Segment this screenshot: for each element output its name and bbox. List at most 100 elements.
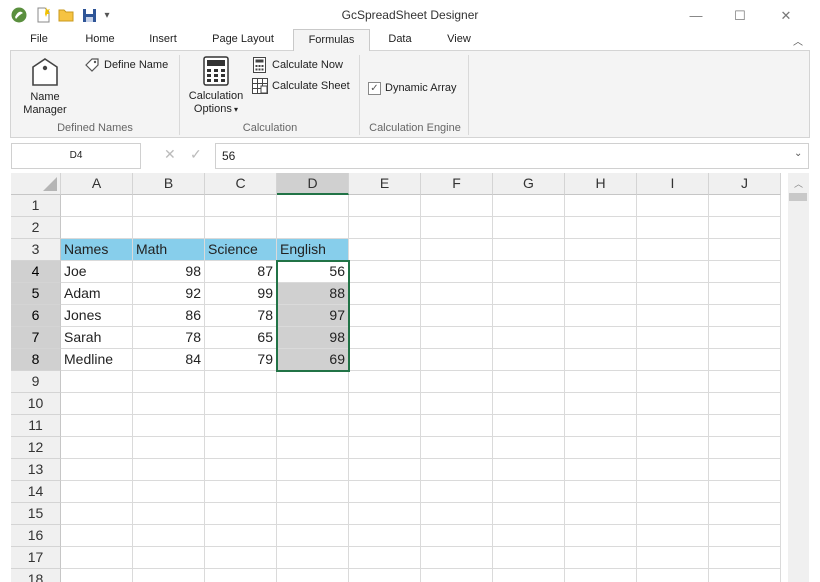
grid-cell[interactable] — [61, 525, 133, 547]
expand-formula-icon[interactable]: ⌄ — [794, 148, 802, 159]
row-header[interactable]: 4 — [11, 261, 61, 283]
grid-cell[interactable] — [205, 393, 277, 415]
grid-cell[interactable] — [493, 503, 565, 525]
grid-cell[interactable] — [349, 481, 421, 503]
grid-cell[interactable] — [565, 459, 637, 481]
grid-cell[interactable] — [421, 327, 493, 349]
grid-cell[interactable] — [205, 503, 277, 525]
grid-cell[interactable]: 86 — [133, 305, 205, 327]
grid-cell[interactable] — [205, 525, 277, 547]
tab-page-layout[interactable]: Page Layout — [203, 29, 283, 51]
grid-cell[interactable] — [349, 261, 421, 283]
grid-cell[interactable] — [709, 503, 781, 525]
grid-cell[interactable] — [277, 217, 349, 239]
grid-cell[interactable]: Joe — [61, 261, 133, 283]
grid-cell[interactable] — [709, 525, 781, 547]
grid-cell[interactable] — [61, 569, 133, 582]
tab-formulas[interactable]: Formulas — [293, 29, 370, 51]
grid-cell[interactable] — [493, 283, 565, 305]
grid-cell[interactable] — [493, 305, 565, 327]
grid-cell[interactable] — [277, 481, 349, 503]
define-name-button[interactable]: Define Name — [84, 57, 168, 73]
grid-cell[interactable] — [421, 569, 493, 582]
grid-cell[interactable]: 78 — [133, 327, 205, 349]
grid-cell[interactable]: 99 — [205, 283, 277, 305]
grid-cell[interactable] — [637, 349, 709, 371]
grid-cell[interactable] — [565, 217, 637, 239]
column-header[interactable]: D — [277, 173, 349, 195]
confirm-icon[interactable]: ✓ — [190, 146, 202, 163]
grid-cell[interactable] — [349, 569, 421, 582]
grid-cell[interactable] — [709, 327, 781, 349]
grid-cell[interactable] — [637, 327, 709, 349]
column-header[interactable]: F — [421, 173, 493, 195]
grid-cell[interactable] — [637, 415, 709, 437]
grid-cell[interactable] — [637, 217, 709, 239]
grid-cell[interactable]: 84 — [133, 349, 205, 371]
grid-cell[interactable]: Medline — [61, 349, 133, 371]
grid-cell[interactable] — [61, 459, 133, 481]
grid-cell[interactable] — [565, 239, 637, 261]
grid-cell[interactable] — [61, 481, 133, 503]
grid-cell[interactable] — [133, 569, 205, 582]
grid-cell[interactable] — [133, 503, 205, 525]
name-box[interactable]: D4 — [11, 143, 141, 169]
grid-cell[interactable] — [709, 261, 781, 283]
grid-cell[interactable] — [421, 371, 493, 393]
row-header[interactable]: 14 — [11, 481, 61, 503]
row-header[interactable]: 16 — [11, 525, 61, 547]
grid-cell[interactable] — [709, 437, 781, 459]
grid-cell[interactable] — [709, 217, 781, 239]
grid-cell[interactable] — [637, 371, 709, 393]
grid-cell[interactable] — [637, 239, 709, 261]
row-header[interactable]: 3 — [11, 239, 61, 261]
grid-cell[interactable] — [565, 305, 637, 327]
calculation-options-button[interactable]: Calculation Options ▾ — [185, 55, 247, 119]
row-header[interactable]: 1 — [11, 195, 61, 217]
calculate-sheet-button[interactable]: Calculate Sheet — [252, 78, 350, 94]
grid-cell[interactable] — [349, 195, 421, 217]
grid-cell[interactable]: 56 — [277, 261, 349, 283]
grid-cell[interactable] — [277, 525, 349, 547]
spreadsheet-grid[interactable]: A B C D E F G H I J 1 2 3 Names Math Science English 4 Joe… — [11, 173, 783, 582]
grid-cell[interactable] — [637, 195, 709, 217]
grid-cell[interactable] — [565, 481, 637, 503]
grid-cell[interactable] — [277, 503, 349, 525]
grid-cell[interactable] — [493, 371, 565, 393]
grid-cell[interactable]: Sarah — [61, 327, 133, 349]
grid-cell[interactable] — [421, 195, 493, 217]
grid-cell[interactable] — [637, 481, 709, 503]
grid-cell[interactable] — [493, 481, 565, 503]
grid-cell[interactable] — [205, 459, 277, 481]
grid-cell[interactable]: 79 — [205, 349, 277, 371]
row-header[interactable]: 2 — [11, 217, 61, 239]
grid-cell[interactable] — [349, 371, 421, 393]
grid-cell[interactable] — [637, 437, 709, 459]
column-header[interactable]: H — [565, 173, 637, 195]
grid-cell[interactable] — [277, 195, 349, 217]
grid-cell[interactable] — [709, 481, 781, 503]
grid-cell[interactable] — [205, 415, 277, 437]
grid-cell[interactable]: 78 — [205, 305, 277, 327]
grid-cell[interactable] — [709, 415, 781, 437]
grid-cell[interactable] — [493, 195, 565, 217]
grid-cell[interactable] — [205, 547, 277, 569]
tab-view[interactable]: View — [436, 29, 482, 51]
column-header[interactable]: J — [709, 173, 781, 195]
grid-cell[interactable] — [61, 217, 133, 239]
grid-cell[interactable] — [493, 349, 565, 371]
grid-cell[interactable] — [709, 305, 781, 327]
grid-cell[interactable] — [709, 569, 781, 582]
select-all-corner[interactable] — [11, 173, 61, 195]
grid-cell[interactable] — [61, 371, 133, 393]
grid-cell[interactable] — [493, 393, 565, 415]
grid-cell[interactable] — [421, 525, 493, 547]
grid-cell[interactable]: 98 — [277, 327, 349, 349]
column-header[interactable]: I — [637, 173, 709, 195]
column-header[interactable]: A — [61, 173, 133, 195]
header-cell[interactable]: Names — [61, 239, 133, 261]
grid-cell[interactable] — [349, 393, 421, 415]
grid-cell[interactable] — [61, 547, 133, 569]
grid-cell[interactable] — [421, 437, 493, 459]
dynamic-array-checkbox[interactable]: ✓ Dynamic Array — [368, 80, 457, 96]
